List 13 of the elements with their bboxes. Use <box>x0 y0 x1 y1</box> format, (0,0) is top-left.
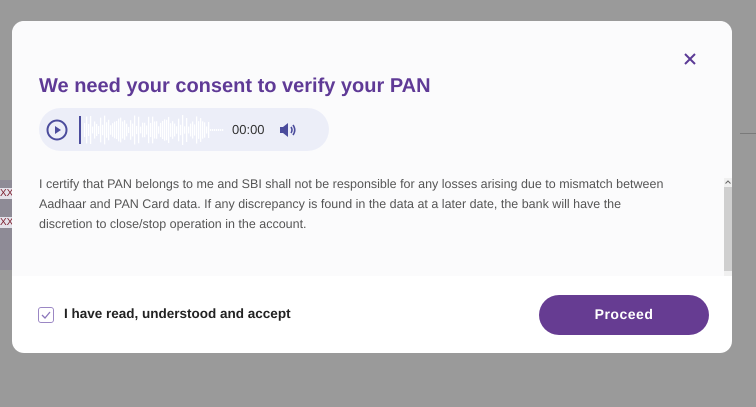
check-icon <box>41 310 51 318</box>
consent-checkbox[interactable] <box>38 306 54 322</box>
proceed-button[interactable]: Proceed <box>539 294 709 334</box>
scroll-up-icon <box>725 180 731 184</box>
consent-label: I have read, understood and accept <box>64 305 291 324</box>
play-button[interactable] <box>46 118 68 140</box>
volume-button[interactable] <box>278 122 297 138</box>
play-icon <box>46 118 68 140</box>
dialog-title: We need your consent to verify your PAN <box>39 74 431 99</box>
volume-icon <box>278 122 297 138</box>
time-display: 00:00 <box>232 120 265 139</box>
close-icon <box>684 53 696 65</box>
consent-text: I certify that PAN belongs to me and SBI shall not be responsible for any losses arising due to mismatch between Aadhaar and PAN Card data. If any discrepancy is found in the data at a later date, the bank will have the discretion to close/stop operation in the account. <box>39 176 664 233</box>
